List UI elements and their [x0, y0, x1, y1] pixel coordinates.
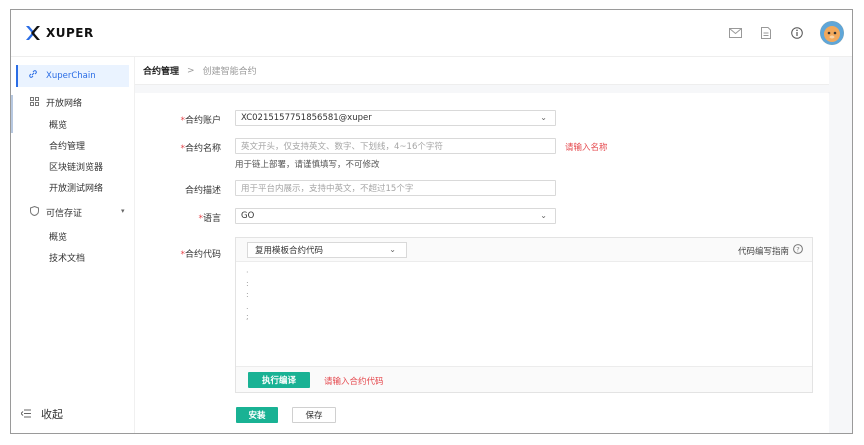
code-gutter-mark: : [246, 279, 249, 288]
language-value: GO [241, 211, 255, 221]
sidebar-group-label: 可信存证 [46, 209, 83, 219]
sidebar-item-xuperchain[interactable]: XuperChain [16, 65, 129, 87]
shield-icon [30, 205, 39, 219]
name-input[interactable]: 英文开头，仅支持英文、数字、下划线，4~16个字符 [235, 138, 556, 154]
install-button[interactable]: 安装 [236, 407, 278, 423]
avatar[interactable] [820, 21, 844, 45]
sidebar-item-overview[interactable]: 概览 [49, 118, 67, 131]
svg-text:?: ? [796, 245, 799, 253]
sidebar-group-label: 开放网络 [46, 99, 83, 109]
code-textarea[interactable]: · : : . ; [236, 262, 812, 368]
chevron-down-icon[interactable]: ▾ [121, 207, 125, 215]
code-gutter-mark: · [246, 268, 249, 277]
info-icon[interactable] [789, 25, 805, 41]
name-placeholder: 英文开头，仅支持英文、数字、下划线，4~16个字符 [241, 142, 443, 152]
code-gutter-mark: . [246, 302, 249, 311]
account-value: XC0215157751856581@xuper [241, 113, 372, 123]
breadcrumb-separator: > [187, 65, 195, 76]
description-input[interactable]: 用于平台内展示，支持中英文，不超过15个字 [235, 180, 556, 196]
chevron-down-icon: ⌄ [540, 113, 547, 122]
code-gutter-mark: ; [246, 312, 249, 321]
link-icon [28, 69, 38, 82]
code-guide-label: 代码编写指南 [737, 246, 789, 257]
code-error: 请输入合约代码 [324, 377, 384, 387]
sidebar-item-blockchain-browser[interactable]: 区块链浏览器 [49, 160, 103, 173]
account-label: *合约账户 [180, 116, 221, 126]
save-button[interactable]: 保存 [292, 407, 336, 423]
code-label: *合约代码 [180, 250, 221, 260]
logo-text: XUPER [46, 26, 94, 40]
compile-button[interactable]: 执行编译 [248, 372, 310, 388]
sidebar-item-open-test-network[interactable]: 开放测试网络 [49, 181, 103, 194]
code-gutter-mark: : [246, 290, 249, 299]
name-label: *合约名称 [180, 144, 221, 154]
breadcrumb-parent[interactable]: 合约管理 [143, 64, 179, 77]
template-select-value: 复用模板合约代码 [255, 246, 324, 256]
name-error: 请输入名称 [565, 143, 608, 153]
grid-icon [30, 96, 39, 109]
sidebar-group-trusted-evidence[interactable]: 可信存证 [30, 205, 83, 219]
sidebar-item-contract-management[interactable]: 合约管理 [49, 139, 85, 152]
account-select[interactable]: XC0215157751856581@xuper ⌄ [235, 110, 556, 126]
breadcrumb: 合约管理 > 创建智能合约 [135, 57, 829, 85]
document-icon[interactable] [758, 25, 774, 41]
editor-footer: 执行编译 请输入合约代码 [236, 366, 812, 392]
breadcrumb-current: 创建智能合约 [202, 67, 257, 77]
editor-toolbar: 复用模板合约代码 ⌄ 代码编写指南 ? [236, 238, 812, 262]
help-icon: ? [793, 244, 803, 257]
app-window: XUPER XuperChain 开放网络 概览 合约管理 区块链浏览器 开放测… [10, 9, 853, 434]
sidebar-scroll-indicator [11, 95, 13, 133]
form-card: *合约账户 XC0215157751856581@xuper ⌄ *合约名称 英… [135, 93, 829, 433]
sidebar-item-label: XuperChain [46, 71, 96, 81]
template-select[interactable]: 复用模板合约代码 ⌄ [247, 242, 407, 258]
collapse-icon [20, 408, 31, 421]
sidebar: XuperChain 开放网络 概览 合约管理 区块链浏览器 开放测试网络 可信… [11, 57, 135, 433]
logo[interactable]: XUPER [24, 24, 94, 42]
collapse-label: 收起 [41, 408, 63, 421]
code-editor: 复用模板合约代码 ⌄ 代码编写指南 ? · : : . ; 执行编译 请输入合约… [235, 237, 813, 393]
sidebar-item-tech-docs[interactable]: 技术文档 [49, 251, 85, 264]
sidebar-item-overview-2[interactable]: 概览 [49, 230, 67, 243]
mail-icon[interactable] [727, 25, 743, 41]
name-hint: 用于链上部署，请谨慎填写，不可修改 [235, 160, 380, 170]
sidebar-group-open-network[interactable]: 开放网络 [30, 96, 82, 109]
code-guide-link[interactable]: 代码编写指南 ? [738, 244, 803, 257]
language-select[interactable]: GO ⌄ [235, 208, 556, 224]
main-content: 合约管理 > 创建智能合约 *合约账户 XC0215157751856581@x… [135, 57, 852, 433]
language-label: *语言 [198, 214, 221, 224]
description-placeholder: 用于平台内展示，支持中英文，不超过15个字 [241, 184, 414, 194]
collapse-button[interactable]: 收起 [20, 406, 63, 422]
xuper-logo-icon [24, 24, 42, 42]
chevron-down-icon: ⌄ [389, 245, 396, 254]
top-header: XUPER [11, 10, 852, 57]
active-indicator [16, 65, 18, 87]
description-label: 合约描述 [184, 186, 221, 196]
chevron-down-icon: ⌄ [540, 211, 547, 220]
